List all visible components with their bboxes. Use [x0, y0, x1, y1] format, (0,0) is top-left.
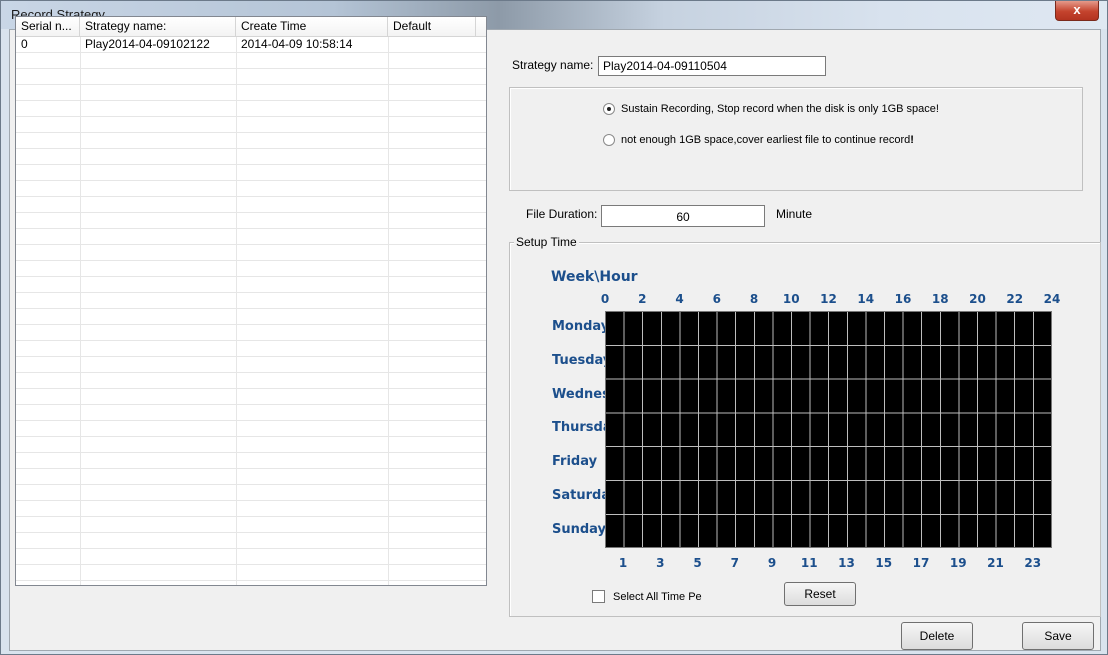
hour-label-top: 24 [1043, 292, 1061, 306]
hour-label-bottom: 13 [838, 556, 855, 570]
close-button[interactable]: x [1055, 1, 1099, 21]
hour-label-bottom: 17 [912, 556, 930, 570]
hour-label-top: 8 [749, 292, 759, 306]
cell-default [388, 37, 476, 53]
setup-time-legend: Setup Time [514, 235, 579, 249]
duration-unit-label: Minute [776, 207, 813, 221]
record-strategy-window: Record Strategy x Serial n... Strategy n… [0, 0, 1108, 655]
table-row[interactable]: 0 Play2014-04-09102122 2014-04-09 10:58:… [16, 37, 486, 53]
list-body: 0 Play2014-04-09102122 2014-04-09 10:58:… [16, 37, 486, 585]
column-serial[interactable]: Serial n... [16, 17, 80, 37]
cell-serial: 0 [21, 37, 28, 51]
cell-create-time: 2014-04-09 10:58:14 [241, 37, 353, 51]
strategy-list[interactable]: Serial n... Strategy name: Create Time D… [15, 16, 487, 586]
hour-label-top: 2 [638, 292, 647, 306]
schedule-grid[interactable] [605, 311, 1052, 548]
select-all-checkbox[interactable] [592, 590, 605, 603]
hour-label-bottom: 23 [1024, 556, 1042, 570]
hour-label-top: 16 [894, 292, 912, 306]
delete-button[interactable]: Delete [901, 622, 973, 650]
hour-label-bottom: 9 [767, 556, 777, 570]
strategy-name-label: Strategy name: [512, 58, 594, 72]
save-button[interactable]: Save [1022, 622, 1094, 650]
cell-strategy-name: Play2014-04-09102122 [85, 37, 210, 51]
strategy-name-input[interactable]: Play2014-04-09110504 [598, 56, 826, 76]
day-label: Sunday [552, 521, 607, 537]
hour-label-bottom: 21 [987, 556, 1004, 570]
hour-label-bottom: 15 [875, 556, 893, 570]
column-default[interactable]: Default [388, 17, 476, 37]
radio-sustain[interactable] [603, 103, 615, 115]
day-label: Thursday [552, 420, 610, 436]
day-label: Wednesday [552, 386, 610, 402]
day-label: Tuesday [552, 352, 610, 368]
hour-label-top: 14 [857, 292, 875, 306]
option-sustain-label: Sustain Recording, Stop record when the … [621, 103, 939, 115]
select-all-label: Select All Time Pe [613, 590, 702, 603]
hour-label-top: 12 [820, 292, 837, 306]
file-duration-input[interactable]: 60 [601, 205, 765, 227]
hour-label-bottom: 5 [693, 556, 702, 570]
reset-button[interactable]: Reset [784, 582, 856, 606]
hour-label-bottom: 1 [618, 556, 628, 570]
list-header: Serial n... Strategy name: Create Time D… [16, 17, 486, 37]
column-strategy-name[interactable]: Strategy name: [80, 17, 236, 37]
hour-label-top: 4 [675, 292, 684, 306]
hour-label-top: 20 [969, 292, 986, 306]
day-label: Friday [552, 454, 598, 470]
hour-label-top: 18 [931, 292, 949, 306]
radio-cover[interactable] [603, 134, 615, 146]
hour-label-top: 6 [712, 292, 721, 306]
option-cover-earliest[interactable]: not enough 1GB space,cover earliest file… [603, 134, 914, 146]
hour-label-bottom: 3 [656, 556, 665, 570]
hour-label-top: 10 [782, 292, 800, 306]
day-label: Monday [552, 319, 610, 334]
day-label: Saturday [552, 488, 610, 503]
column-create-time[interactable]: Create Time [236, 17, 388, 37]
hour-label-bottom: 7 [730, 556, 739, 570]
select-all-time-option[interactable]: Select All Time Pe [592, 590, 702, 603]
hour-label-top: 22 [1006, 292, 1024, 306]
hour-label-top: 0 [600, 292, 610, 306]
hour-label-bottom: 19 [949, 556, 967, 570]
file-duration-label: File Duration: [526, 207, 598, 221]
option-cover-bang: ! [910, 134, 914, 146]
option-cover-label: not enough 1GB space,cover earliest file… [621, 134, 911, 146]
week-hour-title: Week\Hour [551, 269, 638, 285]
option-sustain-recording[interactable]: Sustain Recording, Stop record when the … [603, 103, 939, 115]
hour-label-bottom: 11 [800, 556, 818, 570]
